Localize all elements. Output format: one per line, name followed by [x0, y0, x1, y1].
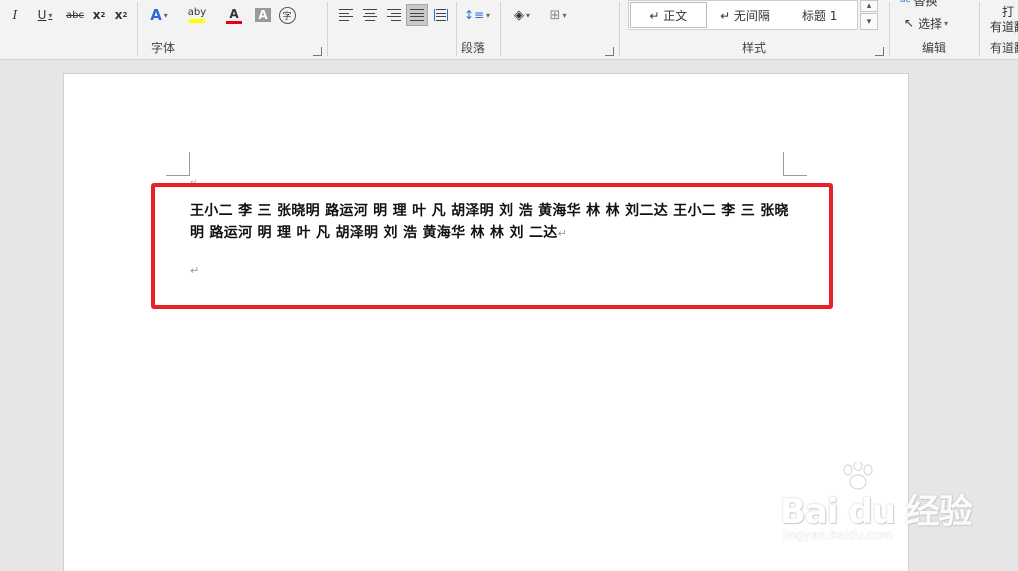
font-color-icon: A: [229, 6, 239, 21]
style-heading-1[interactable]: 标题 1: [782, 1, 857, 29]
youdao-group: 打 有道翻 有道翻: [980, 0, 1018, 60]
dialog-launcher-icon[interactable]: [605, 47, 614, 56]
underline-icon: U: [37, 8, 47, 22]
chevron-down-icon: ▾: [525, 10, 530, 20]
superscript-icon: x: [114, 8, 123, 22]
align-right-button[interactable]: [384, 4, 404, 26]
highlighter-icon: aby: [187, 7, 207, 18]
font-group-label: 字体: [150, 41, 175, 55]
style-no-spacing[interactable]: ↵ 无间隔: [708, 1, 783, 29]
paragraph-group: ↕≡ ▾ ◈ ▾ ⊞ ▾ 段落: [328, 0, 618, 60]
baidu-jingyan-watermark: Bai du 经验 jingyan.baidu.com: [780, 462, 980, 552]
editing-group: ac 替换 ↖ 选择 ▾ 编辑: [890, 0, 978, 60]
chevron-down-icon: ▾: [48, 10, 53, 20]
paragraph-group-label: 段落: [460, 41, 485, 55]
ribbon: I U ▾ abc x2 x2 A ▾ aby A A 字 字体 ↕≡ ▾ ◈ ▾ ⊞ ▾…: [0, 0, 1018, 60]
borders-button[interactable]: ⊞ ▾: [542, 4, 574, 26]
justify-icon: [410, 9, 424, 21]
dialog-launcher-icon[interactable]: [313, 47, 322, 56]
subscript-icon: x: [92, 8, 101, 22]
highlight-color-bar: [189, 19, 205, 23]
font-color-bar: [226, 20, 242, 24]
align-left-icon: [339, 9, 353, 21]
chevron-down-icon: ▾: [944, 18, 949, 28]
styles-gallery: ↵ 正文 ↵ 无间隔 标题 1: [628, 0, 858, 30]
distribute-button[interactable]: [431, 4, 451, 26]
cursor-icon: ↖: [904, 16, 915, 30]
paint-bucket-icon: ◈: [513, 7, 524, 23]
align-center-icon: [363, 9, 377, 21]
underline-button[interactable]: U ▾: [30, 4, 60, 26]
distribute-icon: [434, 9, 448, 21]
font-group: I U ▾ abc x2 x2 A ▾ aby A A 字 字体: [0, 0, 326, 60]
watermark-url: jingyan.baidu.com: [782, 528, 893, 542]
replace-icon: ac: [900, 0, 911, 5]
select-button[interactable]: ↖ 选择 ▾: [904, 12, 964, 34]
char-shading-icon: A: [255, 8, 271, 22]
dialog-launcher-icon[interactable]: [875, 47, 884, 56]
watermark-brand: Bai du 经验: [780, 492, 973, 532]
margin-corner-top-left: [166, 152, 190, 176]
styles-scroll-up-button[interactable]: ▴: [860, 0, 878, 12]
youdao-translate-button[interactable]: 有道翻: [990, 15, 1018, 37]
superscript-button[interactable]: x2: [112, 4, 130, 26]
youdao-group-label: 有道翻: [990, 41, 1018, 55]
font-color-button[interactable]: A: [218, 4, 250, 26]
strikethrough-button[interactable]: abc: [64, 4, 86, 26]
highlight-annotation-box: [151, 183, 833, 309]
chevron-up-icon: ▴: [866, 1, 872, 11]
borders-icon: ⊞: [549, 7, 561, 23]
replace-button[interactable]: ac 替换: [900, 0, 960, 11]
chevron-down-icon: ▾: [486, 10, 491, 20]
style-normal[interactable]: ↵ 正文: [630, 2, 707, 28]
enclose-char-button[interactable]: 字: [277, 4, 297, 26]
subscript-button[interactable]: x2: [90, 4, 108, 26]
align-center-button[interactable]: [360, 4, 380, 26]
margin-corner-top-right: [783, 152, 807, 176]
chevron-down-icon: ▾: [866, 16, 872, 27]
chevron-down-icon: ▾: [163, 10, 168, 20]
char-shading-button[interactable]: A: [254, 4, 272, 26]
line-spacing-button[interactable]: ↕≡ ▾: [462, 4, 492, 26]
italic-icon: I: [12, 8, 18, 22]
shading-button[interactable]: ◈ ▾: [506, 4, 538, 26]
text-effect-button[interactable]: A ▾: [144, 4, 174, 26]
align-left-button[interactable]: [336, 4, 356, 26]
enclose-char-icon: 字: [278, 6, 296, 24]
align-right-icon: [387, 9, 401, 21]
styles-group-label: 样式: [741, 41, 766, 55]
justify-button[interactable]: [406, 4, 428, 26]
italic-button[interactable]: I: [6, 4, 24, 26]
line-spacing-icon: ↕≡: [463, 8, 485, 22]
text-effect-icon: A: [150, 6, 162, 24]
editing-group-label: 编辑: [921, 41, 946, 55]
divider: [619, 2, 620, 56]
chevron-down-icon: ▾: [562, 10, 567, 20]
highlight-button[interactable]: aby: [180, 4, 214, 26]
styles-scroll-down-button[interactable]: ▾: [860, 13, 878, 30]
strikethrough-icon: abc: [66, 9, 84, 21]
